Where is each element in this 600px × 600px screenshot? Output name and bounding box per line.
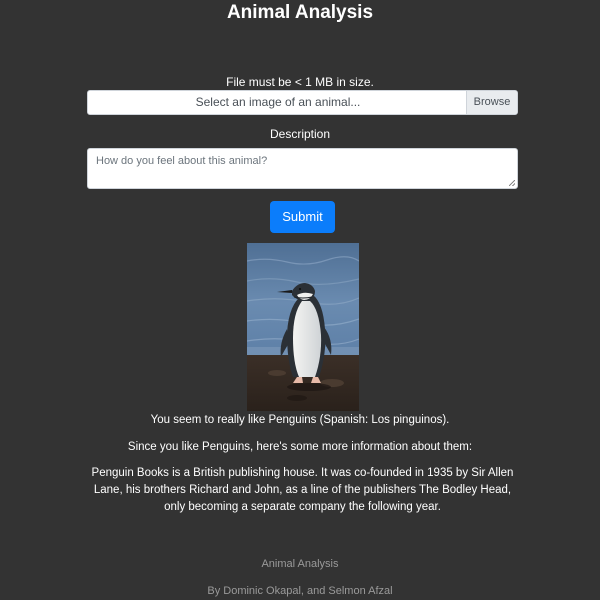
resize-grip-icon[interactable] [509, 180, 515, 186]
file-upload-placeholder: Select an image of an animal... [195, 95, 361, 109]
description-placeholder: How do you feel about this animal? [96, 155, 268, 167]
page-title: Animal Analysis [226, 2, 374, 23]
result-info: Penguin Books is a British publishing ho… [91, 467, 514, 513]
submit-button[interactable]: Submit [270, 201, 335, 233]
description-label: Description [269, 127, 331, 141]
result-intro: Since you like Penguins, here's some mor… [127, 441, 473, 453]
page: Animal Analysis File must be < 1 MB in s… [0, 0, 600, 600]
file-size-note: File must be < 1 MB in size. [226, 75, 374, 89]
penguin-photo [247, 243, 359, 411]
description-textarea[interactable]: How do you feel about this animal? [87, 148, 518, 189]
file-upload-input[interactable]: Select an image of an animal... Browse [87, 90, 518, 115]
result-summary: You seem to really like Penguins (Spanis… [150, 414, 450, 426]
footer-app-name: Animal Analysis [261, 558, 339, 570]
browse-button[interactable]: Browse [466, 91, 517, 114]
footer-credits: By Dominic Okapal, and Selmon Afzal [207, 585, 393, 597]
